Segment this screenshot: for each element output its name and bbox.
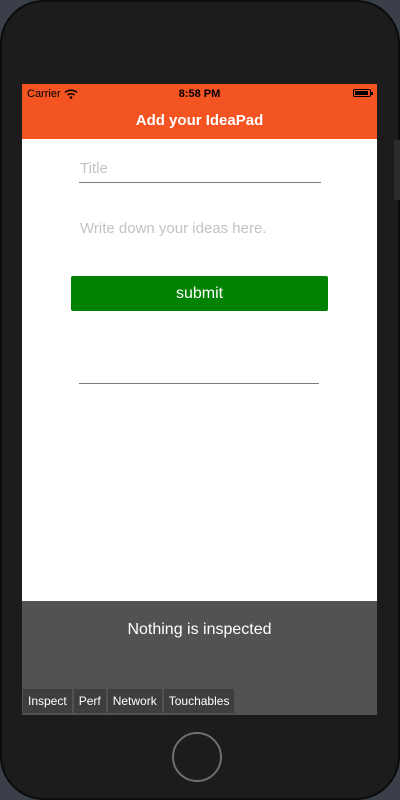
tab-inspect[interactable]: Inspect: [23, 689, 72, 713]
tab-perf[interactable]: Perf: [73, 689, 106, 713]
battery-icon: [353, 89, 373, 97]
phone-frame: Carrier 8:58 PM Add your IdeaPad submit …: [0, 0, 400, 800]
status-bar: Carrier 8:58 PM: [22, 84, 377, 104]
idea-input[interactable]: [79, 214, 321, 242]
inspector-message: Nothing is inspected: [127, 621, 272, 638]
divider: [79, 383, 319, 384]
app-header: Carrier 8:58 PM Add your IdeaPad: [22, 84, 377, 139]
status-time: 8:58 PM: [178, 88, 221, 100]
side-button: [394, 140, 400, 200]
page-title: Add your IdeaPad: [135, 112, 264, 129]
inspector-tabs: Inspect Perf Network Touchables: [23, 689, 235, 713]
title-input[interactable]: [79, 154, 321, 183]
tab-network[interactable]: Network: [107, 689, 162, 713]
submit-button[interactable]: submit: [71, 276, 328, 311]
app-screen: Carrier 8:58 PM Add your IdeaPad submit …: [22, 84, 377, 715]
inspector-panel: Nothing is inspected Inspect Perf Networ…: [22, 601, 377, 715]
tab-touchables[interactable]: Touchables: [163, 689, 235, 713]
home-button[interactable]: [172, 732, 222, 782]
